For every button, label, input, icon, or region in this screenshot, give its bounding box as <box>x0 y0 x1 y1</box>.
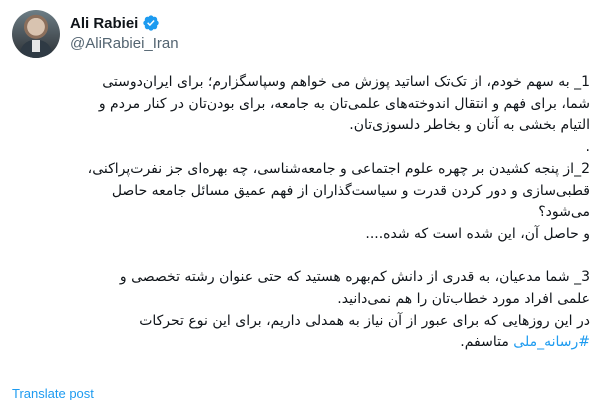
user-handle[interactable]: @AliRabiei_Iran <box>70 35 179 52</box>
tweet-line: قطبی‌سازی و دور کردن قدرت و سیاست‌گذاران… <box>111 182 590 199</box>
display-name[interactable]: Ali Rabiei <box>70 15 138 32</box>
tweet-header: Ali Rabiei @AliRabiei_Iran <box>12 10 412 58</box>
avatar-collar <box>32 40 40 52</box>
verified-badge-icon <box>143 15 160 31</box>
tweet-last-line: #رسانه_ملی متاسفم. <box>36 332 590 354</box>
tweet-line: 1_ به سهم خودم، از تک‌تک اساتید پوزش می … <box>102 74 590 90</box>
tweet-card: Ali Rabiei @AliRabiei_Iran 1_ به سهم خود… <box>0 0 602 400</box>
tweet-line: شما، برای فهم و انتقال اندوخته‌های علمی‌… <box>98 95 590 112</box>
translate-post-link[interactable]: Translate post <box>12 386 94 400</box>
tweet-line: در این روزهایی که برای عبور از آن نیاز ب… <box>139 312 590 329</box>
tweet-line: 2_از پنجه کشیدن بر چهره علوم اجتماعی و ج… <box>87 160 590 177</box>
tweet-text: 1_ به سهم خودم، از تک‌تک اساتید پوزش می … <box>36 72 590 354</box>
tweet-line: علمی افراد مورد خطاب‌تان را هم نمی‌دانید… <box>337 291 590 308</box>
tweet-last-line-text: متاسفم. <box>460 334 514 351</box>
tweet-line: التیام بخشی به آنان و بخاطر دلسوزی‌تان. <box>349 117 590 134</box>
name-row: Ali Rabiei <box>70 14 160 32</box>
tweet-line: 3_ شما مدعیان، به قدری از دانش کم‌بهره ه… <box>119 269 590 286</box>
hashtag-link[interactable]: #رسانه_ملی <box>513 334 590 350</box>
avatar[interactable] <box>12 10 60 58</box>
tweet-line: و حاصل آن، این شده است که شده.... <box>365 225 590 242</box>
tweet-line: . <box>585 139 590 156</box>
tweet-line: می‌شود؟ <box>538 204 590 221</box>
